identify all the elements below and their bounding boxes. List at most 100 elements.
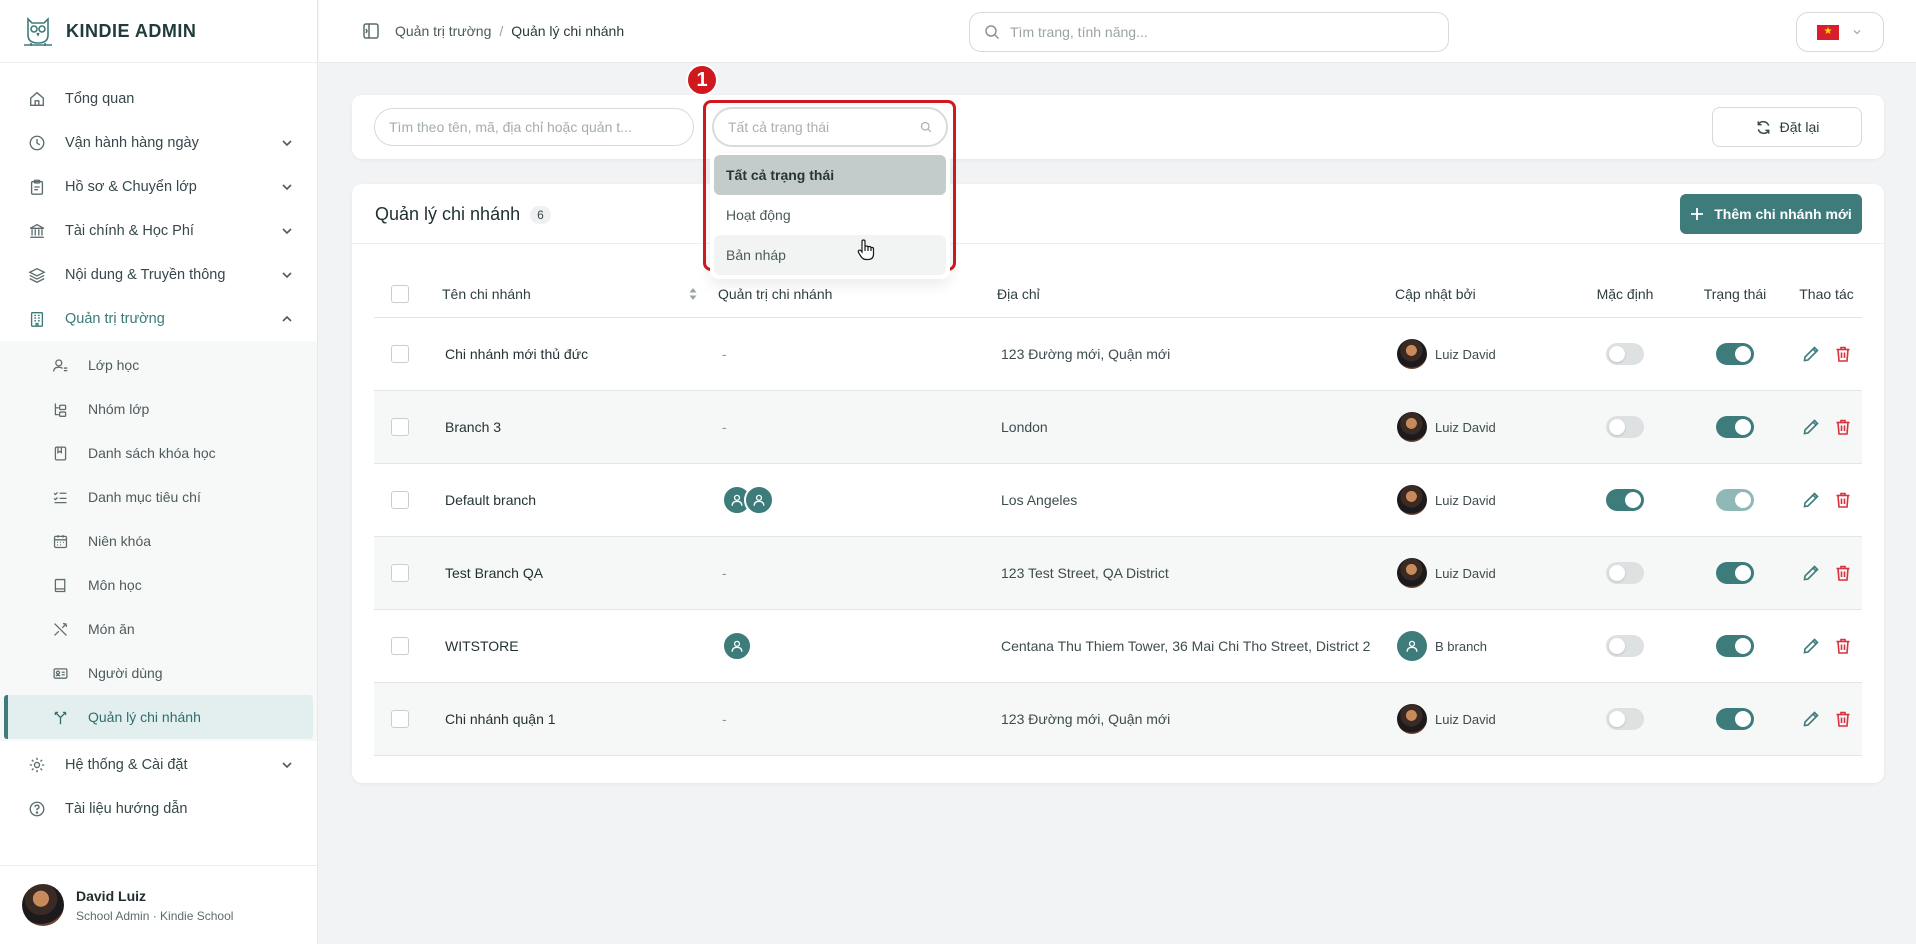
nav-item-label: Vận hành hàng ngày — [65, 135, 199, 151]
table-row: Test Branch QA - 123 Test Street, QA Distr… — [374, 537, 1862, 610]
delete-icon[interactable] — [1833, 709, 1853, 729]
branch-admin-cell: - — [718, 346, 981, 362]
select-all-cell — [374, 284, 442, 303]
edit-icon[interactable] — [1801, 563, 1821, 583]
updated-by-name: B branch — [1435, 638, 1488, 654]
reset-button[interactable]: Đặt lại — [1712, 107, 1862, 147]
nav-item-records[interactable]: Hồ sơ & Chuyển lớp — [0, 165, 317, 209]
sidebar-toggle-icon[interactable] — [362, 22, 380, 40]
chevron-down-icon — [282, 140, 292, 147]
edit-icon[interactable] — [1801, 417, 1821, 437]
delete-icon[interactable] — [1833, 563, 1853, 583]
default-cell — [1571, 635, 1679, 657]
add-branch-button[interactable]: Thêm chi nhánh mới — [1680, 194, 1862, 234]
admin-avatar[interactable] — [722, 631, 752, 661]
search-icon — [920, 121, 932, 133]
row-select-cell — [374, 345, 442, 363]
branch-admin-cell — [718, 631, 981, 661]
branch-search-placeholder: Tìm theo tên, mã, địa chỉ hoặc quản t... — [389, 119, 632, 135]
branch-admin-cell: - — [718, 565, 981, 581]
column-header-updated-by: Cập nhật bởi — [1395, 285, 1476, 302]
card-header: Quản lý chi nhánh 6 Thêm chi nhánh mới — [352, 184, 1884, 244]
status-toggle[interactable] — [1716, 343, 1754, 365]
branch-address: 123 Đường mới, Quận mới — [1001, 346, 1171, 362]
edit-icon[interactable] — [1801, 636, 1821, 656]
row-checkbox[interactable] — [391, 345, 409, 363]
nav-item-finance[interactable]: Tài chính & Học Phí — [0, 209, 317, 253]
filter-bar: Tìm theo tên, mã, địa chỉ hoặc quản t...… — [352, 95, 1884, 159]
default-toggle[interactable] — [1606, 562, 1644, 584]
user-profile[interactable]: David Luiz School Admin · Kindie School — [0, 865, 317, 944]
status-toggle[interactable] — [1716, 489, 1754, 511]
nav-item-overview[interactable]: Tổng quan — [0, 77, 317, 121]
avatar — [1397, 485, 1427, 515]
status-option-active[interactable]: Hoạt động — [714, 195, 946, 235]
nav-item-settings[interactable]: Hệ thống & Cài đặt — [0, 743, 317, 787]
updated-by-name: Luiz David — [1435, 565, 1496, 581]
table-header: Tên chi nhánh Quản trị chi nhánh Địa chỉ… — [374, 270, 1862, 318]
nav-item-school-admin[interactable]: Quản trị trường — [0, 297, 317, 341]
edit-icon[interactable] — [1801, 709, 1821, 729]
branch-search-input[interactable]: Tìm theo tên, mã, địa chỉ hoặc quản t... — [374, 108, 694, 146]
status-toggle[interactable] — [1716, 635, 1754, 657]
delete-icon[interactable] — [1833, 636, 1853, 656]
toggle-knob — [1609, 638, 1625, 654]
breadcrumb-item[interactable]: Quản trị trường — [395, 23, 491, 39]
delete-icon[interactable] — [1833, 417, 1853, 437]
default-toggle[interactable] — [1606, 489, 1644, 511]
sidebar-item-users[interactable]: Người dùng — [0, 651, 317, 695]
row-checkbox[interactable] — [391, 491, 409, 509]
language-selector[interactable]: ★ — [1796, 12, 1884, 52]
edit-icon[interactable] — [1801, 490, 1821, 510]
status-toggle[interactable] — [1716, 708, 1754, 730]
sidebar-item-courses[interactable]: Danh sách khóa học — [0, 431, 317, 475]
default-toggle[interactable] — [1606, 708, 1644, 730]
sort-icon[interactable] — [688, 286, 698, 302]
status-toggle[interactable] — [1716, 562, 1754, 584]
status-option-all[interactable]: Tất cả trạng thái — [714, 155, 946, 195]
edit-icon[interactable] — [1801, 344, 1821, 364]
sidebar-item-branches[interactable]: Quản lý chi nhánh — [4, 695, 313, 739]
nav-item-daily-ops[interactable]: Vận hành hàng ngày — [0, 121, 317, 165]
sidebar-item-classes[interactable]: Lớp học — [0, 343, 317, 387]
sidebar-item-label: Danh mục tiêu chí — [88, 489, 201, 505]
column-header-name[interactable]: Tên chi nhánh — [442, 286, 718, 302]
branch-admin-cell: - — [718, 711, 981, 727]
nav-item-docs[interactable]: Tài liệu hướng dẫn — [0, 787, 317, 831]
brand[interactable]: KINDIE ADMIN — [0, 0, 317, 63]
row-checkbox[interactable] — [391, 418, 409, 436]
row-checkbox[interactable] — [391, 637, 409, 655]
sidebar-item-subjects[interactable]: Môn học — [0, 563, 317, 607]
delete-icon[interactable] — [1833, 490, 1853, 510]
default-toggle[interactable] — [1606, 343, 1644, 365]
status-filter-select[interactable]: Tất cả trạng thái — [712, 107, 948, 147]
status-toggle[interactable] — [1716, 416, 1754, 438]
status-cell — [1679, 489, 1791, 511]
delete-icon[interactable] — [1833, 344, 1853, 364]
updated-by-cell: Luiz David — [1381, 704, 1571, 734]
chevron-down-icon — [282, 184, 292, 191]
sidebar-item-class-groups[interactable]: Nhóm lớp — [0, 387, 317, 431]
table-title: Quản lý chi nhánh — [375, 204, 521, 224]
default-cell — [1571, 343, 1679, 365]
default-toggle[interactable] — [1606, 635, 1644, 657]
nav-item-content[interactable]: Nội dung & Truyền thông — [0, 253, 317, 297]
row-checkbox[interactable] — [391, 710, 409, 728]
layers-icon — [27, 265, 47, 285]
toggle-knob — [1735, 711, 1751, 727]
global-search-input[interactable]: Tìm trang, tính năng... — [969, 12, 1449, 52]
sidebar-item-meals[interactable]: Món ăn — [0, 607, 317, 651]
default-toggle[interactable] — [1606, 416, 1644, 438]
toggle-knob — [1735, 492, 1751, 508]
add-branch-label: Thêm chi nhánh mới — [1714, 206, 1852, 222]
sidebar-item-school-years[interactable]: Niên khóa — [0, 519, 317, 563]
admin-avatar[interactable] — [744, 485, 774, 515]
row-checkbox[interactable] — [391, 564, 409, 582]
sidebar-item-criteria[interactable]: Danh mục tiêu chí — [0, 475, 317, 519]
table-row: Branch 3 - London Luiz David — [374, 391, 1862, 464]
select-all-checkbox[interactable] — [391, 284, 409, 303]
status-option-draft[interactable]: Bản nháp — [714, 235, 946, 275]
column-label: Tên chi nhánh — [442, 285, 531, 302]
brand-name: KINDIE ADMIN — [66, 20, 197, 41]
chevron-down-icon — [282, 272, 292, 279]
